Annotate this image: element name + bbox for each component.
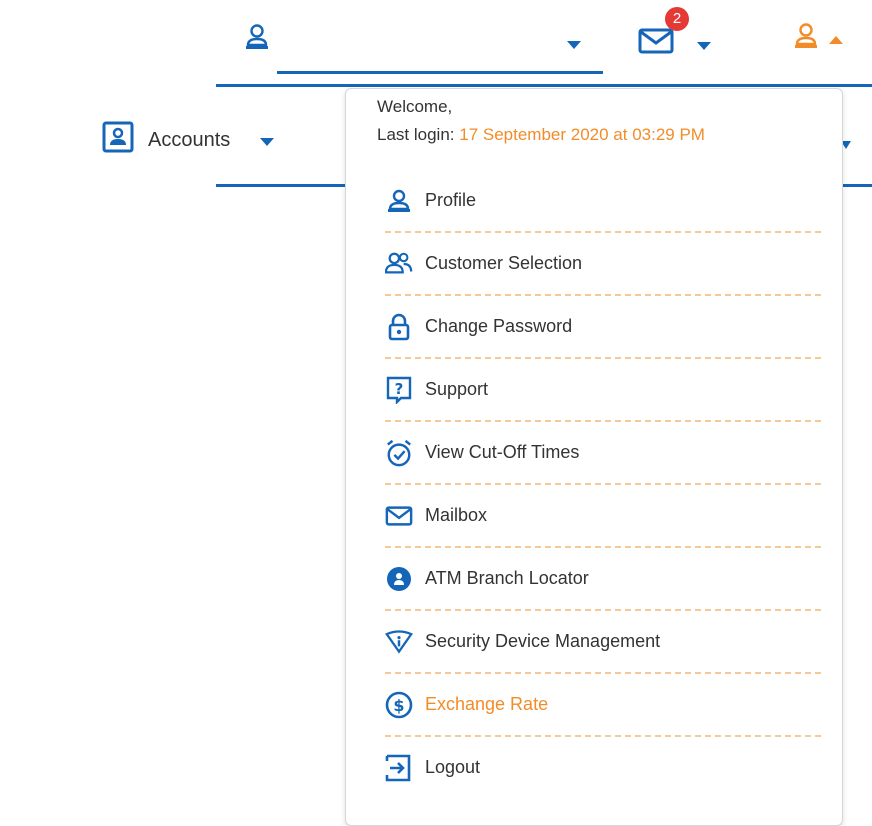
user-icon bbox=[245, 24, 269, 55]
header-divider bbox=[216, 84, 872, 87]
menu-item-label: Security Device Management bbox=[425, 631, 661, 651]
account-card-icon bbox=[102, 121, 134, 159]
welcome-text: Welcome, bbox=[377, 97, 453, 116]
customer-select-underline bbox=[233, 71, 603, 74]
customer-select[interactable] bbox=[233, 22, 603, 74]
svg-text:?: ? bbox=[395, 380, 404, 398]
help-icon: ? bbox=[385, 376, 413, 404]
logout-icon bbox=[385, 754, 413, 782]
menu-item-mailbox[interactable]: Mailbox bbox=[385, 484, 821, 548]
menu-item-label: Mailbox bbox=[425, 505, 488, 525]
user-menu-icon[interactable] bbox=[794, 23, 818, 54]
chevron-down-icon bbox=[260, 129, 275, 152]
chevron-down-icon bbox=[567, 36, 581, 54]
dollar-icon: $ bbox=[385, 691, 413, 719]
menu-item-logout[interactable]: Logout bbox=[385, 736, 821, 799]
menu-item-security-device-management[interactable]: Security Device Management bbox=[385, 610, 821, 674]
user-icon bbox=[385, 187, 413, 215]
mail-icon bbox=[385, 502, 413, 530]
menu-item-label: Customer Selection bbox=[425, 253, 583, 273]
menu-item-customer-selection[interactable]: Customer Selection bbox=[385, 232, 821, 296]
users-icon bbox=[385, 250, 413, 278]
chevron-up-icon[interactable] bbox=[829, 31, 843, 49]
last-login-label: Last login: bbox=[377, 125, 455, 144]
menu-item-label: Change Password bbox=[425, 316, 573, 336]
menu-item-atm-branch-locator[interactable]: ATM Branch Locator bbox=[385, 547, 821, 611]
menu-item-support[interactable]: ? Support bbox=[385, 358, 821, 422]
menu-item-view-cutoff-times[interactable]: View Cut-Off Times bbox=[385, 421, 821, 485]
menu-item-label: Logout bbox=[425, 757, 481, 777]
welcome-block: Welcome, Last login: 17 September 2020 a… bbox=[377, 93, 705, 149]
menu-item-change-password[interactable]: Change Password bbox=[385, 295, 821, 359]
nav-accounts-label: Accounts bbox=[148, 128, 231, 151]
user-menu-list: Profile Customer Selection Change Passwo… bbox=[385, 169, 821, 799]
menu-item-label: Profile bbox=[425, 190, 477, 210]
lock-icon bbox=[385, 313, 413, 341]
shield-icon bbox=[385, 628, 413, 656]
nav-accounts[interactable]: Accounts bbox=[102, 121, 275, 159]
mail-icon[interactable] bbox=[638, 28, 674, 59]
top-bar: 2 bbox=[0, 0, 872, 86]
chevron-down-icon[interactable] bbox=[697, 37, 711, 55]
alarm-clock-icon bbox=[385, 439, 413, 467]
menu-item-label: ATM Branch Locator bbox=[425, 568, 589, 588]
last-login-date: 17 September 2020 at 03:29 PM bbox=[459, 125, 705, 144]
svg-text:$: $ bbox=[393, 696, 404, 715]
menu-item-exchange-rate[interactable]: $ Exchange Rate bbox=[385, 673, 821, 737]
menu-item-profile[interactable]: Profile bbox=[385, 169, 821, 233]
user-dropdown-menu: Welcome, Last login: 17 September 2020 a… bbox=[345, 88, 843, 826]
menu-item-label: Exchange Rate bbox=[425, 694, 549, 714]
menu-item-label: Support bbox=[425, 379, 489, 399]
mail-badge: 2 bbox=[665, 7, 689, 31]
menu-item-label: View Cut-Off Times bbox=[425, 442, 580, 462]
location-pin-icon bbox=[385, 565, 413, 593]
